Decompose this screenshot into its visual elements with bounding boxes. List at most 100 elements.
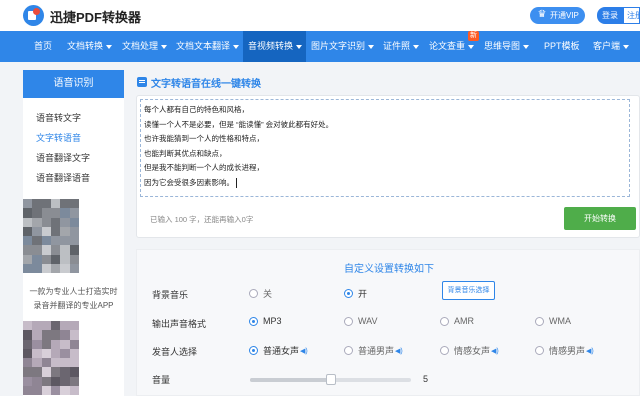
- document-icon: [137, 77, 147, 87]
- app-ad-image[interactable]: [23, 199, 79, 273]
- radio-icon: [344, 316, 353, 326]
- format-option-wma[interactable]: WMA: [535, 316, 571, 326]
- mosaic-tile: [60, 321, 70, 331]
- nav-label: 思维导图: [484, 41, 521, 51]
- radio-selected-icon: [344, 289, 353, 298]
- mosaic-tile: [32, 330, 42, 340]
- sidebar-heading: 语音识别: [23, 70, 124, 98]
- sidebar-item-speech-to-text[interactable]: 语音转文字: [36, 111, 81, 124]
- mosaic-tile: [60, 226, 70, 236]
- mosaic-tile: [69, 245, 79, 255]
- voice-option-male[interactable]: 普通男声 ◀): [344, 344, 403, 357]
- mosaic-tile: [41, 236, 51, 246]
- nav-item-doc-convert[interactable]: 文档转换: [67, 31, 113, 62]
- mosaic-tile: [23, 199, 33, 209]
- nav-label: 文档文本翻译: [176, 41, 231, 51]
- mosaic-tile: [32, 321, 42, 331]
- mosaic-tile: [50, 348, 61, 358]
- format-option-amr[interactable]: AMR: [440, 316, 474, 326]
- register-button[interactable]: 注册: [623, 7, 640, 24]
- text-line: 读懂一个人不是必要，但是 “能读懂” 会对彼此都有好处。: [144, 119, 334, 129]
- nav-item-client[interactable]: 客户端: [593, 31, 630, 62]
- mosaic-tile: [50, 385, 61, 395]
- bgm-select-button[interactable]: 背景音乐选择: [442, 281, 495, 300]
- login-button[interactable]: 登录: [597, 7, 623, 24]
- option-label: WMA: [549, 316, 571, 326]
- radio-icon: [440, 346, 449, 355]
- voice-option-emotional-female[interactable]: 情感女声 ◀): [440, 344, 499, 357]
- mosaic-tile: [69, 208, 79, 218]
- mosaic-tile: [32, 263, 42, 273]
- mosaic-tile: [23, 217, 33, 227]
- speaker-icon[interactable]: ◀): [586, 347, 594, 355]
- chevron-down-icon: [296, 44, 303, 49]
- mosaic-tile: [50, 208, 61, 218]
- voice-option-emotional-male[interactable]: 情感男声 ◀): [535, 344, 594, 357]
- option-label: 情感男声: [549, 346, 586, 356]
- mosaic-tile: [60, 199, 70, 209]
- bgm-option-off[interactable]: 关: [249, 287, 272, 300]
- mosaic-tile: [50, 254, 61, 264]
- start-convert-button[interactable]: 开始转换: [564, 207, 636, 230]
- volume-slider[interactable]: [250, 374, 411, 385]
- volume-slider-fill: [250, 378, 331, 382]
- logo-icon[interactable]: [23, 5, 44, 26]
- mosaic-tile: [69, 330, 79, 340]
- text-input-area[interactable]: 每个人都有自己的特色和风格， 读懂一个人不是必要，但是 “能读懂” 会对彼此都有…: [140, 99, 630, 197]
- sidebar-item-speech-translate-text[interactable]: 语音翻译文字: [36, 151, 90, 164]
- mosaic-tile: [69, 199, 79, 209]
- radio-icon: [344, 346, 353, 355]
- bgm-label: 背景音乐: [152, 290, 189, 300]
- mosaic-tile: [23, 348, 33, 358]
- section-header: 文字转语音在线一键转换: [131, 70, 640, 94]
- nav-label: 论文查重: [429, 41, 466, 51]
- mosaic-tile: [50, 245, 61, 255]
- nav-item-av-convert[interactable]: 音视频转换: [243, 31, 306, 62]
- app-ad-image[interactable]: [23, 321, 79, 395]
- format-option-wav[interactable]: WAV: [344, 316, 378, 326]
- voice-label: 发音人选择: [152, 347, 198, 357]
- nav-item-mindmap[interactable]: 思维导图: [484, 31, 530, 62]
- mosaic-tile: [32, 339, 42, 349]
- speaker-icon[interactable]: ◀): [491, 347, 499, 355]
- nav-item-doc-process[interactable]: 文档处理: [122, 31, 168, 62]
- char-count: 已输入 100 字，还能再输入0字: [150, 215, 254, 224]
- mosaic-tile: [69, 236, 79, 246]
- format-option-mp3[interactable]: MP3: [249, 316, 282, 326]
- mosaic-tile: [41, 321, 51, 331]
- mosaic-tile: [32, 199, 42, 209]
- nav-item-doc-translate[interactable]: 文档文本翻译: [176, 31, 240, 62]
- chevron-down-icon: [413, 44, 420, 49]
- sidebar-item-speech-translate-speech[interactable]: 语音翻译语音: [36, 171, 90, 184]
- mosaic-tile: [23, 367, 33, 377]
- mosaic-tile: [69, 321, 79, 331]
- mosaic-tile: [50, 263, 61, 273]
- option-label: 情感女声: [454, 346, 491, 356]
- mosaic-tile: [50, 330, 61, 340]
- mosaic-tile: [23, 385, 33, 395]
- speaker-icon[interactable]: ◀): [395, 347, 403, 355]
- bgm-option-on[interactable]: 开: [344, 287, 367, 300]
- mosaic-tile: [60, 254, 70, 264]
- logo-text[interactable]: 迅捷PDF转换器: [50, 7, 141, 26]
- mosaic-tile: [23, 226, 33, 236]
- mosaic-tile: [41, 339, 51, 349]
- nav-item-home[interactable]: 首页: [24, 31, 62, 62]
- volume-slider-handle[interactable]: [326, 374, 336, 385]
- mosaic-tile: [32, 358, 42, 368]
- mosaic-tile: [60, 358, 70, 368]
- nav-item-ppt[interactable]: PPT模板: [544, 31, 580, 62]
- nav-item-ocr[interactable]: 图片文字识别: [311, 31, 375, 62]
- nav-label: 文档转换: [67, 41, 104, 51]
- option-label: AMR: [454, 316, 474, 326]
- chevron-down-icon: [233, 44, 240, 49]
- speaker-icon[interactable]: ◀): [300, 347, 308, 355]
- ad-caption-line2: 录音并翻译的专业APP: [33, 301, 114, 310]
- sidebar-item-text-to-speech[interactable]: 文字转语音: [36, 131, 81, 144]
- nav-item-id-photo[interactable]: 证件照: [383, 31, 420, 62]
- mosaic-tile: [60, 217, 70, 227]
- chevron-down-icon: [623, 44, 630, 49]
- mosaic-tile: [41, 199, 51, 209]
- voice-option-female[interactable]: 普通女声 ◀): [249, 344, 308, 357]
- mosaic-tile: [50, 367, 61, 377]
